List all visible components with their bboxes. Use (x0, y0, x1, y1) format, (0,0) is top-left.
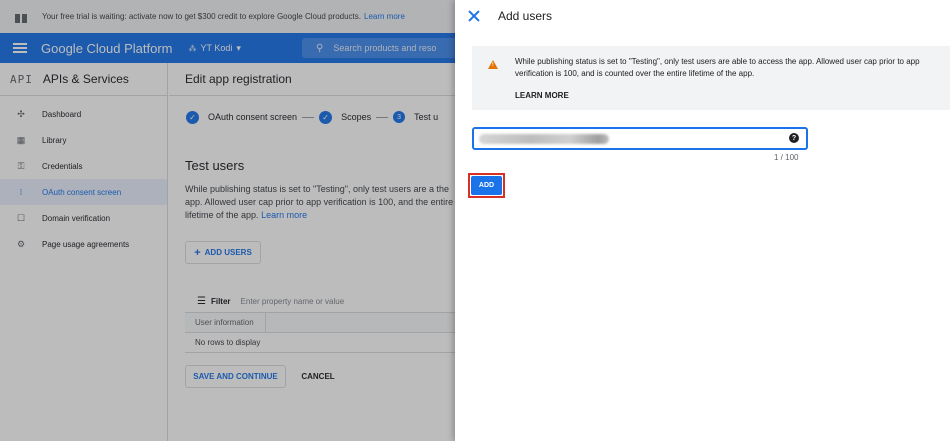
character-counter: 1 / 100 (774, 153, 799, 162)
user-email-input[interactable] (474, 129, 806, 148)
panel-header: Add users (455, 0, 950, 31)
user-email-field[interactable]: ? (472, 127, 808, 150)
warning-box: While publishing status is set to "Testi… (472, 46, 950, 110)
learn-more-button[interactable]: LEARN MORE (515, 91, 569, 100)
add-button[interactable]: ADD (471, 176, 502, 195)
help-icon[interactable]: ? (789, 133, 799, 143)
close-icon[interactable] (468, 10, 480, 22)
warning-icon (488, 60, 498, 69)
add-users-panel: Add users While publishing status is set… (455, 0, 950, 441)
modal-scrim[interactable] (0, 0, 455, 441)
warning-text: While publishing status is set to "Testi… (515, 57, 920, 78)
panel-title: Add users (498, 8, 553, 23)
